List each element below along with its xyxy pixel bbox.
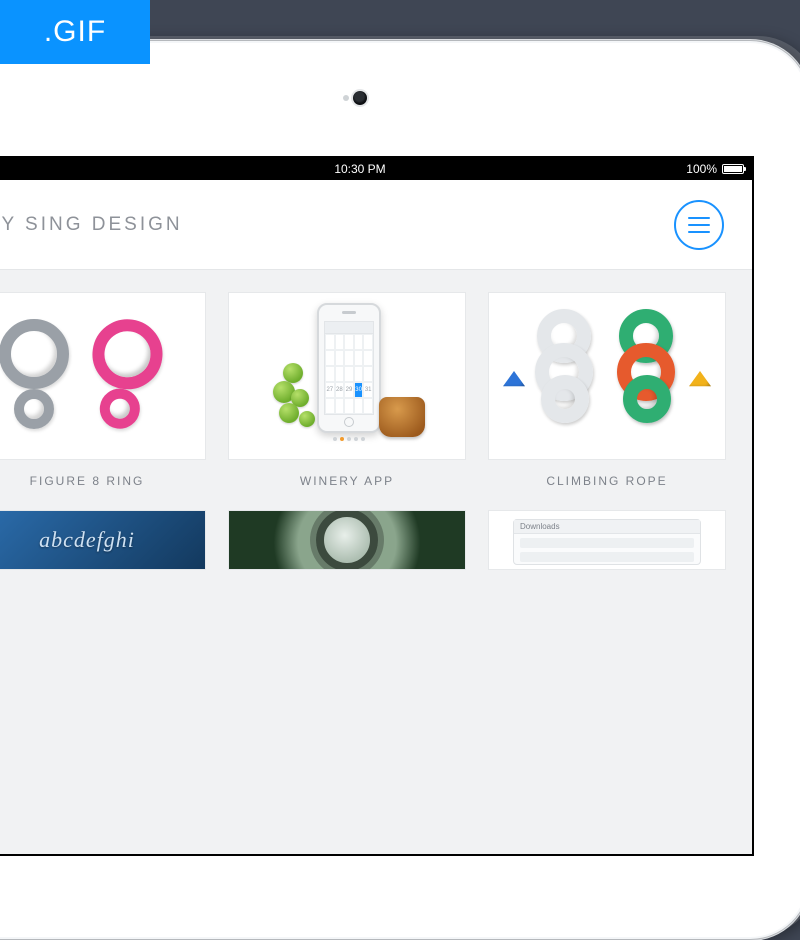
status-time: 10:30 PM — [334, 162, 385, 176]
ipad-device: 10:30 PM 100% NNY SING DESIGN — [0, 40, 800, 940]
thumbnail-rope — [488, 292, 726, 460]
card-caption: FIGURE 8 RING — [30, 474, 145, 488]
portfolio-card[interactable]: 2728293031 WINERY APP — [228, 292, 466, 488]
portfolio-card[interactable] — [0, 510, 206, 570]
rope-knot-colored-icon — [613, 309, 681, 429]
hamburger-icon — [688, 217, 710, 219]
thumbnail-winery: 2728293031 — [228, 292, 466, 460]
thumbnail-script-font — [0, 510, 206, 570]
thumbnail-lens — [228, 510, 466, 570]
phone-mockup-icon: 2728293031 — [317, 303, 381, 433]
menu-button[interactable] — [674, 200, 724, 250]
grape-icon — [279, 403, 299, 423]
gif-badge-label: .GIF — [44, 15, 106, 49]
portfolio-card[interactable]: FIGURE 8 RING — [0, 292, 206, 488]
tablet-screen: 10:30 PM 100% NNY SING DESIGN — [0, 156, 754, 856]
site-title: NNY SING DESIGN — [0, 214, 183, 236]
figure8-pink-icon — [81, 315, 167, 444]
climbing-hold-icon — [503, 371, 525, 389]
rope-knot-white-icon — [531, 309, 599, 429]
figure8-grey-icon — [0, 319, 69, 439]
app-header: NNY SING DESIGN — [0, 180, 752, 270]
status-right: 100% — [686, 162, 744, 176]
portfolio-card[interactable] — [228, 510, 466, 570]
thumbnail-figure8 — [0, 292, 206, 460]
card-caption: WINERY APP — [300, 474, 394, 488]
camera-icon — [353, 91, 367, 105]
gif-badge: .GIF — [0, 0, 150, 64]
status-bar: 10:30 PM 100% — [0, 158, 752, 180]
thumbnail-downloads-window: Downloads — [488, 510, 726, 570]
battery-percent: 100% — [686, 162, 717, 176]
grape-icon — [283, 363, 303, 383]
portfolio-card[interactable]: CLIMBING ROPE — [488, 292, 726, 488]
card-caption: CLIMBING ROPE — [546, 474, 667, 488]
portfolio-card[interactable]: Downloads — [488, 510, 726, 570]
window-title: Downloads — [514, 520, 700, 534]
pastry-icon — [379, 397, 425, 437]
climbing-hold-icon — [689, 371, 711, 389]
portfolio-grid: FIGURE 8 RING 2728293031 — [0, 270, 752, 570]
battery-icon — [722, 164, 744, 174]
grape-icon — [299, 411, 315, 427]
